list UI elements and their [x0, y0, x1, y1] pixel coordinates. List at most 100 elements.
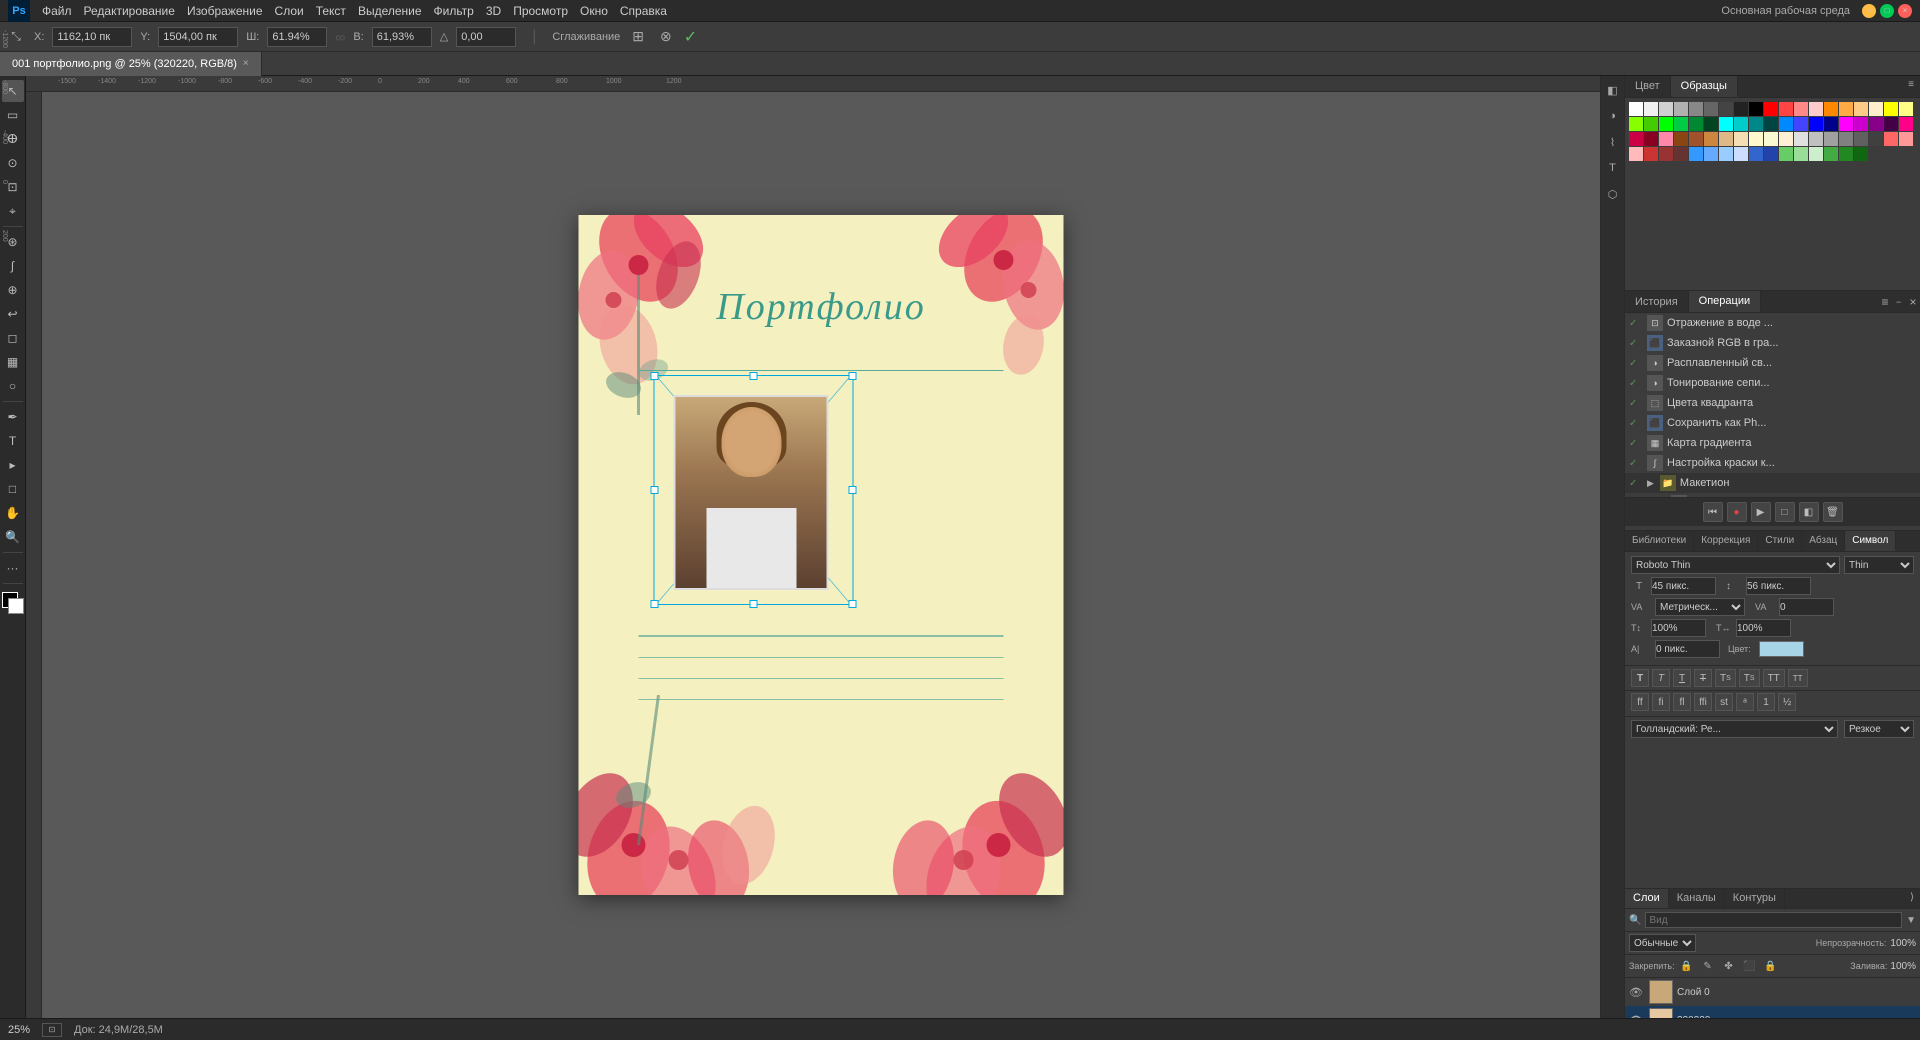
- swatch-item[interactable]: [1734, 102, 1748, 116]
- swatch-item[interactable]: [1839, 132, 1853, 146]
- menu-view[interactable]: Просмотр: [513, 4, 568, 18]
- photo-frame[interactable]: [654, 375, 854, 605]
- swatch-item[interactable]: [1674, 102, 1688, 116]
- transform-handle-br[interactable]: [849, 600, 857, 608]
- tab-layers[interactable]: Слои: [1625, 889, 1669, 908]
- tool-hand[interactable]: ✋: [2, 502, 24, 524]
- x-field[interactable]: [52, 27, 132, 47]
- h-field[interactable]: [372, 27, 432, 47]
- history-delete-btn[interactable]: 🗑: [1823, 502, 1843, 522]
- swatch-item[interactable]: [1749, 147, 1763, 161]
- history-item-2[interactable]: ✓ ◑ Расплавленный св...: [1625, 353, 1920, 373]
- fmt-caps[interactable]: TT: [1763, 669, 1785, 687]
- swatch-item[interactable]: [1779, 147, 1793, 161]
- swatch-item[interactable]: [1704, 132, 1718, 146]
- history-panel-close[interactable]: ×: [1906, 295, 1920, 309]
- confirm-button[interactable]: ✓: [684, 27, 697, 47]
- liga-numeral[interactable]: 1: [1757, 693, 1775, 711]
- swatch-item[interactable]: [1809, 102, 1823, 116]
- adjustment-icon[interactable]: ◑: [1603, 106, 1623, 126]
- fmt-superscript[interactable]: TS: [1715, 669, 1736, 687]
- lock-transparent-btn[interactable]: 🔒: [1678, 957, 1696, 975]
- tracking-select[interactable]: Метрическ...: [1655, 598, 1745, 616]
- menu-text[interactable]: Текст: [316, 4, 346, 18]
- swatch-item[interactable]: [1644, 132, 1658, 146]
- history-play-btn[interactable]: ▶: [1751, 502, 1771, 522]
- swatch-item[interactable]: [1734, 132, 1748, 146]
- background-color[interactable]: [8, 598, 24, 614]
- tool-text[interactable]: T: [2, 430, 24, 452]
- swatch-item[interactable]: [1689, 117, 1703, 131]
- swatch-item[interactable]: [1674, 147, 1688, 161]
- swatch-item[interactable]: [1704, 117, 1718, 131]
- tool-stamp[interactable]: ⊕: [2, 279, 24, 301]
- fmt-italic[interactable]: T: [1652, 669, 1670, 687]
- history-panel-collapse[interactable]: −: [1896, 297, 1906, 307]
- color-panel-menu[interactable]: ≡: [1902, 76, 1920, 97]
- swatch-item[interactable]: [1854, 132, 1868, 146]
- swatch-item[interactable]: [1629, 147, 1643, 161]
- swatch-item[interactable]: [1839, 147, 1853, 161]
- foreground-background-colors[interactable]: [2, 592, 24, 614]
- tab-channels[interactable]: Каналы: [1669, 889, 1725, 908]
- swatch-item[interactable]: [1764, 147, 1778, 161]
- swatch-blue[interactable]: [1809, 117, 1823, 131]
- history-item-8[interactable]: ✓ ▶ 📁 Макетион: [1625, 473, 1920, 493]
- tool-path-select[interactable]: ▸: [2, 454, 24, 476]
- swatch-green[interactable]: [1659, 117, 1673, 131]
- fmt-subscript[interactable]: TS: [1739, 669, 1760, 687]
- liga-st[interactable]: st: [1715, 693, 1733, 711]
- tab-symbol[interactable]: Символ: [1845, 531, 1896, 551]
- liga-fraction[interactable]: ½: [1778, 693, 1796, 711]
- menu-select[interactable]: Выделение: [358, 4, 422, 18]
- tool-history-brush[interactable]: ↩: [2, 303, 24, 325]
- history-item-7[interactable]: ✓ ∫ Настройка краски к...: [1625, 453, 1920, 473]
- swatch-item[interactable]: [1719, 132, 1733, 146]
- fmt-underline[interactable]: T: [1673, 669, 1691, 687]
- swatch-item[interactable]: [1824, 117, 1838, 131]
- minimize-button[interactable]: −: [1862, 4, 1876, 18]
- liga-ffi[interactable]: ffi: [1694, 693, 1712, 711]
- swatch-item[interactable]: [1794, 117, 1808, 131]
- swatch-item[interactable]: [1734, 147, 1748, 161]
- swatch-white[interactable]: [1629, 102, 1643, 116]
- swatch-item[interactable]: [1704, 102, 1718, 116]
- history-item-3[interactable]: ✓ ◑ Тонирование сепи...: [1625, 373, 1920, 393]
- swatch-orange[interactable]: [1824, 102, 1838, 116]
- line-height-input[interactable]: [1746, 577, 1811, 595]
- menu-edit[interactable]: Редактирование: [84, 4, 175, 18]
- swatch-item[interactable]: [1659, 147, 1673, 161]
- tool-eraser[interactable]: ◻: [2, 327, 24, 349]
- close-button[interactable]: ×: [1898, 4, 1912, 18]
- swatch-item[interactable]: [1854, 117, 1868, 131]
- transform-handle-tc[interactable]: [750, 372, 758, 380]
- tool-pen[interactable]: ✒: [2, 406, 24, 428]
- swatch-item[interactable]: [1689, 102, 1703, 116]
- tool-brush[interactable]: ∫: [2, 255, 24, 277]
- swatch-cyan[interactable]: [1719, 117, 1733, 131]
- transform-handle-ml[interactable]: [651, 486, 659, 494]
- history-item-4[interactable]: ✓ ⬚ Цвета квадранта: [1625, 393, 1920, 413]
- liga-fi[interactable]: fi: [1652, 693, 1670, 711]
- language-select[interactable]: Голландский: Ре...: [1631, 720, 1838, 738]
- zoom-fit-button[interactable]: ⊡: [42, 1023, 62, 1037]
- swatch-item[interactable]: [1794, 132, 1808, 146]
- tool-zoom[interactable]: 🔍: [2, 526, 24, 548]
- swatch-item[interactable]: [1854, 102, 1868, 116]
- shape-icon[interactable]: ⬡: [1603, 184, 1623, 204]
- layers-panel-expand[interactable]: ⟩: [1904, 889, 1920, 908]
- transform-handle-tl[interactable]: [651, 372, 659, 380]
- transform-handle-bc[interactable]: [750, 600, 758, 608]
- liga-ordinal[interactable]: ᵃ: [1736, 693, 1754, 711]
- swatch-item[interactable]: [1659, 132, 1673, 146]
- transform-handle-tr[interactable]: [849, 372, 857, 380]
- history-new-set-btn[interactable]: ◧: [1799, 502, 1819, 522]
- swatch-yellow[interactable]: [1884, 102, 1898, 116]
- menu-layers[interactable]: Слои: [275, 4, 304, 18]
- fmt-strikethrough[interactable]: T: [1694, 669, 1712, 687]
- history-item-5[interactable]: ✓ ⬛ Сохранить как Ph...: [1625, 413, 1920, 433]
- swatch-item[interactable]: [1689, 132, 1703, 146]
- tab-color[interactable]: Цвет: [1625, 76, 1671, 97]
- tab-contours[interactable]: Контуры: [1725, 889, 1785, 908]
- history-stop-btn[interactable]: ⏮: [1703, 502, 1723, 522]
